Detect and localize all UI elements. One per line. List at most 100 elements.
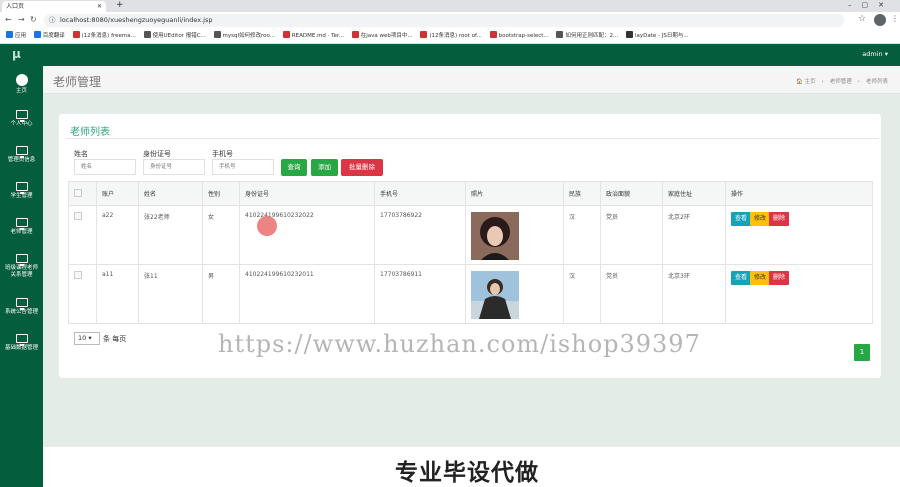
page-size-select[interactable]: 10 ▾ [74,332,100,345]
cell-photo [465,264,564,324]
add-button[interactable]: 添加 [311,159,338,176]
cell-actions: 查看 修改 删除 [725,205,873,265]
url-text: localhost:8080/xueshengzuoyeguanli/index… [60,16,213,24]
delete-button[interactable]: 删除 [769,271,790,285]
cell-gender: 男 [202,264,240,324]
column-header[interactable]: 姓名 [138,181,203,206]
filter-label-name: 姓名 [74,150,88,158]
edit-button[interactable]: 修改 [750,271,771,285]
new-tab-icon[interactable]: + [116,0,124,11]
batch-delete-button[interactable]: 批量删除 [341,159,383,176]
info-icon: ⓘ [49,16,56,24]
sidebar-item-home[interactable]: 主页 [0,74,43,95]
monitor-icon [15,182,28,194]
address-bar: ← → ↻ ⓘ localhost:8080/xueshengzuoyeguanl… [0,12,900,29]
column-header[interactable]: 账户 [96,181,139,206]
cell-ethnic: 汉 [563,264,601,324]
bookmark-item[interactable]: 百度翻译 [33,29,65,43]
sidebar-item-class-course-teacher[interactable]: 班级课程老师 关系管理 [0,254,43,279]
cell-name: 张11 [138,264,203,324]
name-input[interactable] [74,159,136,175]
pagination-page[interactable]: 1 [854,344,870,361]
cell-id-card: 410224199610232022 [239,205,375,265]
edit-button[interactable]: 修改 [750,212,771,226]
bookmark-item[interactable]: layDate - JS日期与... [625,29,689,43]
bookmark-item[interactable]: 使用UEditor 报错C... [143,29,206,43]
mouse-cursor-highlight [257,216,277,236]
row-checkbox[interactable] [68,205,97,265]
sidebar-item-admins[interactable]: 管理员信息 [0,146,43,164]
reload-icon[interactable]: ↻ [30,15,37,24]
url-field[interactable]: ⓘ localhost:8080/xueshengzuoyeguanli/inde… [44,14,844,27]
tab-title: 入口页 [6,3,25,10]
bookmark-item[interactable]: README.md · Ter... [282,29,344,43]
user-menu[interactable]: admin ▾ [862,50,888,58]
sidebar-item-notices[interactable]: 系统公告管理 [0,298,43,316]
cell-politics: 党员 [600,264,663,324]
bookmark-item[interactable]: (12条消息) root of... [420,29,482,43]
browser-tab[interactable]: 入口页 ✕ [2,1,106,12]
column-header[interactable]: 政治面貌 [600,181,663,206]
page-title: 老师管理 [53,75,102,89]
column-header[interactable]: 家庭住址 [662,181,726,206]
idcard-input[interactable] [143,159,205,175]
breadcrumb-teachers[interactable]: 老师管理 [830,79,852,85]
monitor-icon [15,218,28,230]
row-checkbox[interactable] [68,264,97,324]
app-logo: μ [12,47,21,61]
phone-input[interactable] [212,159,274,175]
column-header[interactable]: 民族 [563,181,601,206]
bookmark-item[interactable]: 如何用正则匹配：2... [556,29,618,43]
monitor-icon [15,146,28,158]
cell-gender: 女 [202,205,240,265]
bookmark-star-icon[interactable]: ☆ [858,14,866,24]
cell-photo [465,205,564,265]
back-icon[interactable]: ← [5,15,12,24]
window-controls[interactable]: –▢✕ [848,0,894,11]
select-all-checkbox[interactable] [68,181,97,206]
monitor-icon [15,254,28,266]
browser-tab-strip: 入口页 ✕ + –▢✕ [0,0,900,12]
breadcrumb-current: 老师列表 [865,79,888,85]
bookmark-item[interactable]: mysql如何修改roo... [213,29,275,43]
cell-phone: 17703786922 [374,205,466,265]
sidebar-item-teachers[interactable]: 老师管理 [0,218,43,236]
menu-icon[interactable]: ⋮ [891,14,899,23]
monitor-icon [15,334,28,346]
table-row: a11 张11 男 410224199610232011 17703786911… [68,264,873,324]
cell-phone: 17703786911 [374,264,466,324]
view-button[interactable]: 查看 [731,271,752,285]
search-button[interactable]: 查询 [281,159,307,176]
bookmark-item[interactable]: 应用 [6,29,26,43]
teacher-photo [471,212,519,260]
bookmark-item[interactable]: (12条消息) freema... [72,29,136,43]
forward-icon[interactable]: → [18,15,25,24]
close-tab-icon[interactable]: ✕ [97,1,102,12]
view-button[interactable]: 查看 [731,212,752,226]
dashboard-icon [15,74,28,86]
sidebar-item-base-data[interactable]: 基础数据管理 [0,334,43,352]
breadcrumb: 🏠 主页 › 老师管理 › 老师列表 [795,79,888,85]
delete-button[interactable]: 删除 [769,212,790,226]
profile-icon[interactable] [874,14,886,26]
sidebar-item-profile[interactable]: 个人中心 [0,110,43,128]
watermark-text: https://www.huzhan.com/ishop39397 [218,330,701,358]
sidebar-item-students[interactable]: 学生管理 [0,182,43,200]
cell-account: a22 [96,205,139,265]
cell-account: a11 [96,264,139,324]
bookmark-item[interactable]: bootstrap-select... [489,29,549,43]
column-header[interactable]: 性别 [202,181,240,206]
teacher-table: 账户 姓名 性别 身份证号 手机号 照片 民族 政治面貌 家庭住址 操作 a22… [68,181,873,324]
column-header[interactable]: 照片 [465,181,564,206]
column-header: 操作 [725,181,873,206]
breadcrumb-home[interactable]: 🏠 主页 [796,79,816,85]
bookmarks-bar: 应用 百度翻译 (12条消息) freema... 使用UEditor 报错C.… [0,29,900,44]
table-header-row: 账户 姓名 性别 身份证号 手机号 照片 民族 政治面貌 家庭住址 操作 [68,181,873,206]
cell-actions: 查看 修改 删除 [725,264,873,324]
column-header[interactable]: 身份证号 [239,181,375,206]
caption-text: 专业毕设代做 [395,460,539,486]
cell-ethnic: 汉 [563,205,601,265]
bookmark-item[interactable]: 在java web项目中... [351,29,413,43]
column-header[interactable]: 手机号 [374,181,466,206]
teacher-photo [471,271,519,319]
